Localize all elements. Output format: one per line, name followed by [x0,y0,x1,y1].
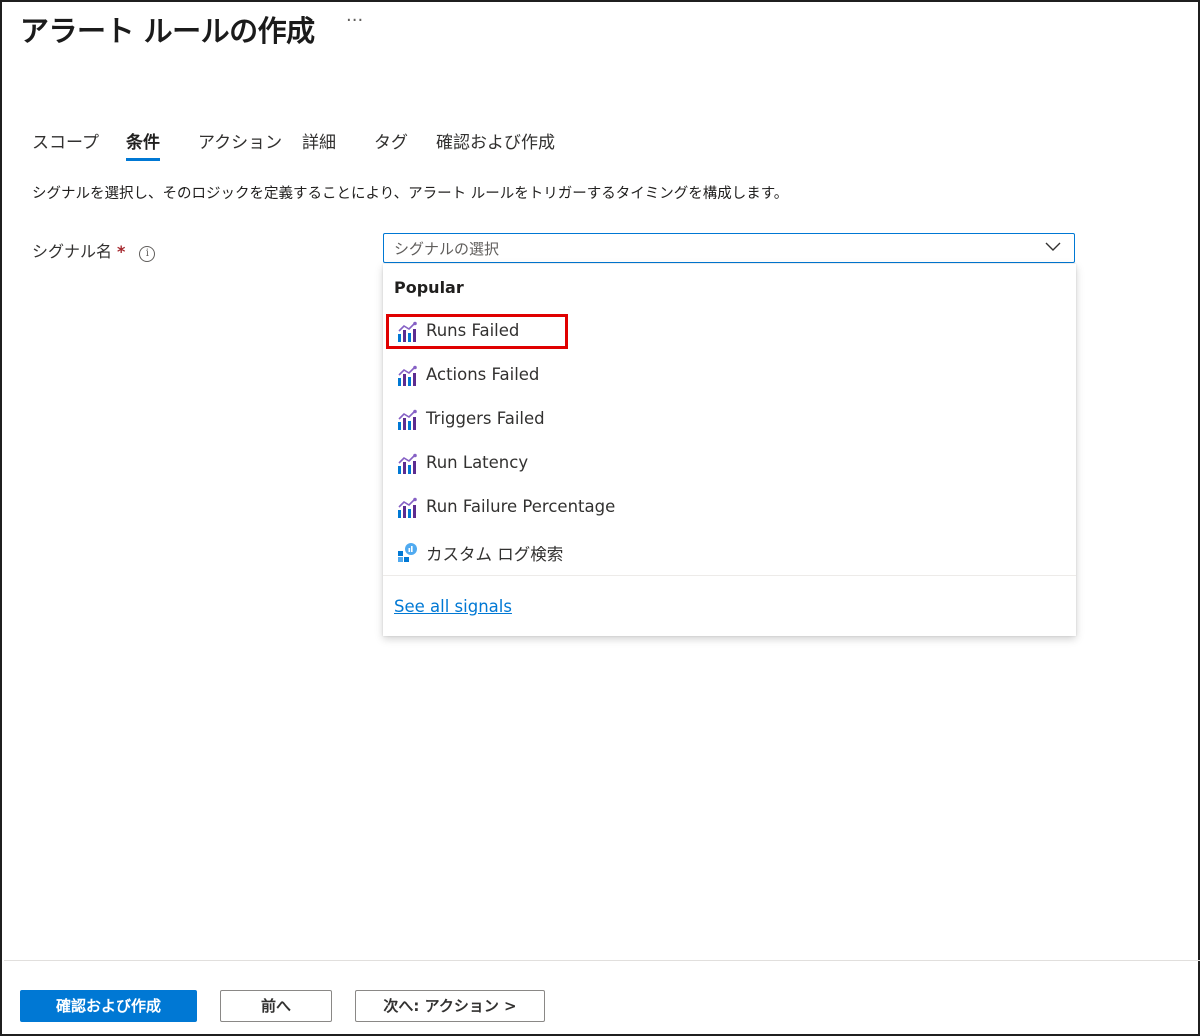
more-options-button[interactable]: ··· [346,10,363,31]
option-label: Triggers Failed [426,409,545,428]
signal-select[interactable]: シグナルの選択 [383,233,1075,263]
log-search-icon [398,543,417,562]
signal-name-label-text: シグナル名 [32,242,113,261]
option-actions-failed[interactable]: Actions Failed [383,356,1076,396]
page-title: アラート ルールの作成 [20,14,315,48]
chevron-down-icon [1045,242,1061,251]
info-icon[interactable]: i [139,246,156,262]
page-frame: アラート ルールの作成 ··· スコープ 条件 アクション 詳細 タグ 確認およ… [0,0,1200,1036]
option-triggers-failed[interactable]: Triggers Failed [383,400,1076,440]
footer-divider [4,960,1200,961]
metric-chart-icon [398,409,417,430]
option-run-latency[interactable]: Run Latency [383,444,1076,484]
tab-actions[interactable]: アクション [198,128,282,153]
condition-description: シグナルを選択し、そのロジックを定義することにより、アラート ルールをトリガーす… [32,186,789,202]
see-all-signals-link[interactable]: See all signals [394,597,512,616]
metric-chart-icon [398,453,417,474]
required-marker: * [117,242,126,261]
option-label: Actions Failed [426,365,540,384]
review-create-button[interactable]: 確認および作成 [20,990,197,1022]
signal-name-label: シグナル名 * i [32,238,156,262]
option-custom-log-search[interactable]: カスタム ログ検索 [383,532,1076,572]
tab-scope[interactable]: スコープ [32,128,99,153]
group-header-popular: Popular [394,278,464,297]
option-label: Run Latency [426,453,529,472]
dropdown-divider [383,575,1076,576]
signal-select-placeholder: シグナルの選択 [394,240,500,258]
signal-dropdown-list: Popular Runs Failed Actions Failed Trigg… [383,264,1076,636]
previous-button[interactable]: 前へ [220,990,332,1022]
metric-chart-icon [398,497,417,518]
tab-tags[interactable]: タグ [374,128,408,153]
tab-condition[interactable]: 条件 [126,128,160,161]
tab-review-create[interactable]: 確認および作成 [436,128,555,153]
option-run-failure-percentage[interactable]: Run Failure Percentage [383,488,1076,528]
highlight-box [386,314,568,349]
metric-chart-icon [398,365,417,386]
tab-details[interactable]: 詳細 [302,128,336,153]
next-actions-button[interactable]: 次へ: アクション > [355,990,545,1022]
option-label: Run Failure Percentage [426,497,616,516]
option-label: カスタム ログ検索 [426,545,564,564]
